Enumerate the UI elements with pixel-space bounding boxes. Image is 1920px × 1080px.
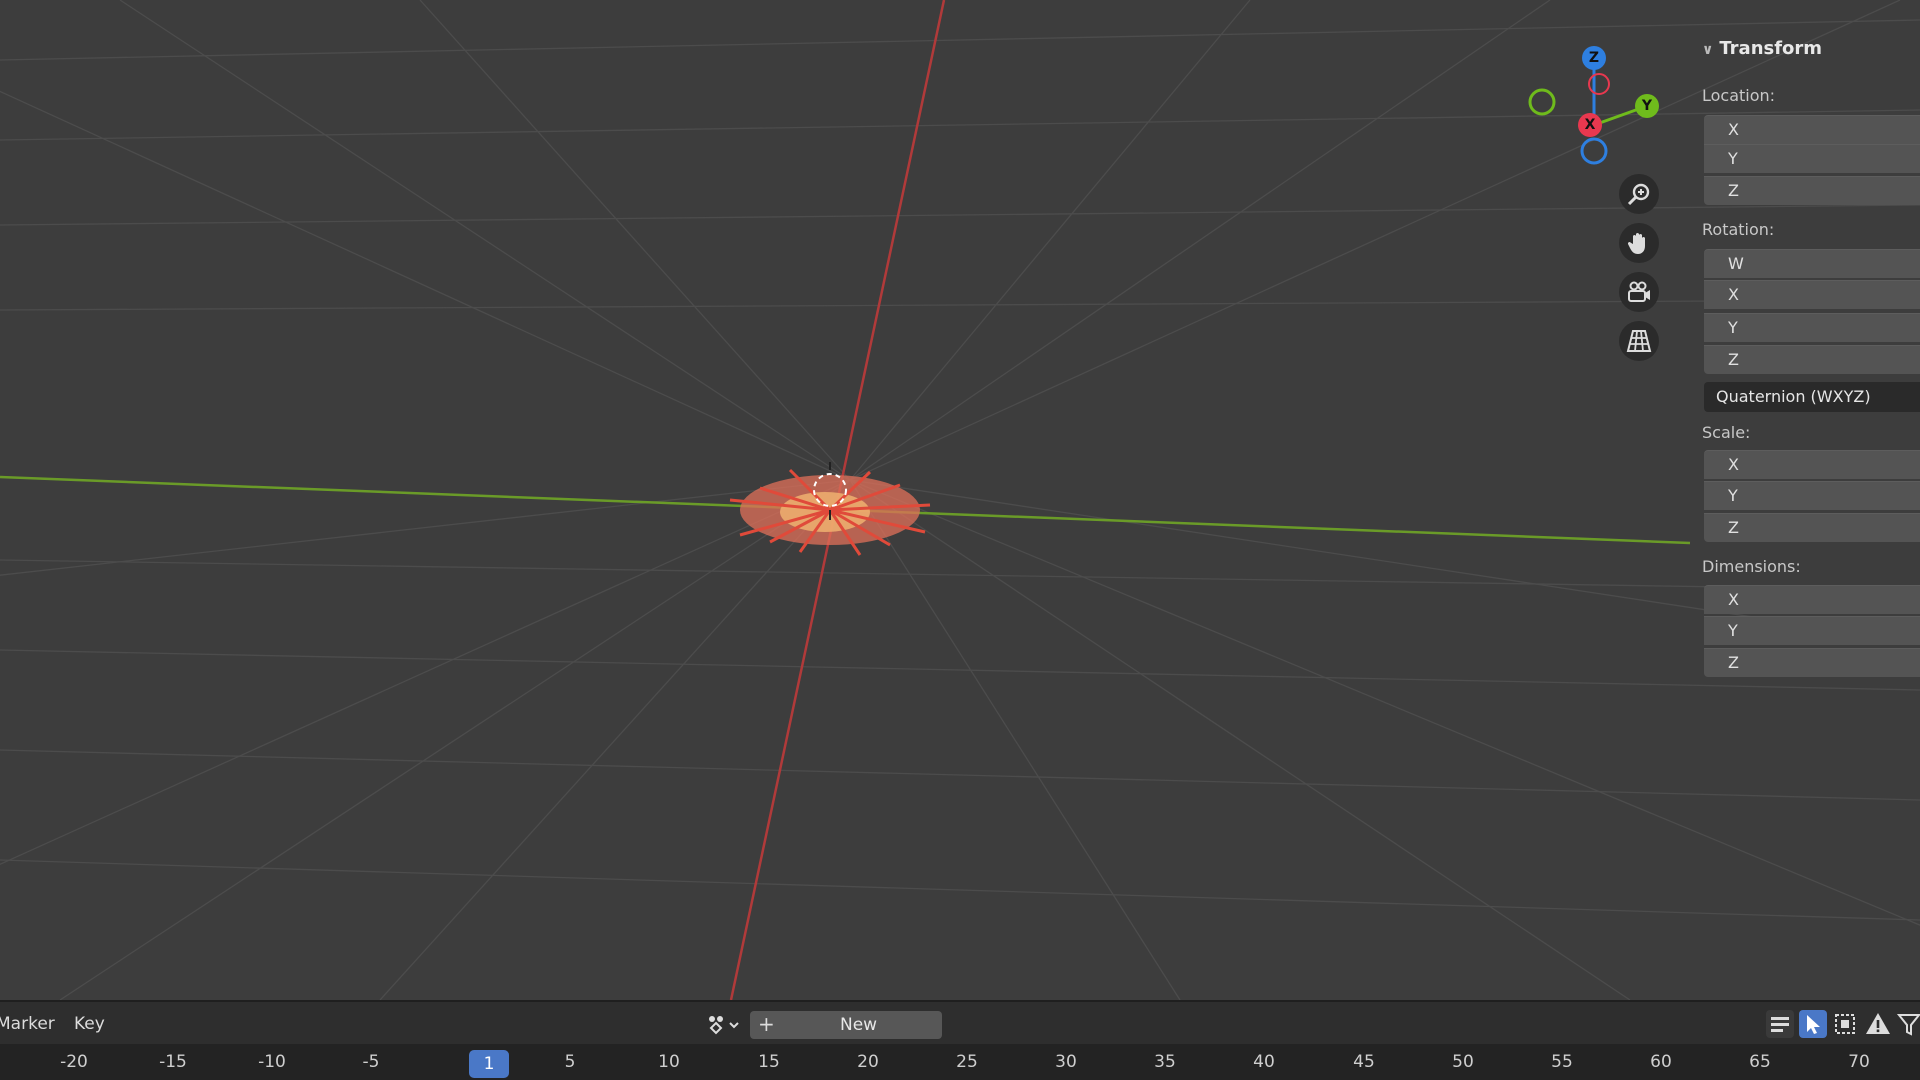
gizmo-y-axis[interactable]: Y: [1635, 94, 1659, 118]
frame-tick: 25: [956, 1052, 978, 1072]
new-action-button[interactable]: + New: [750, 1011, 942, 1039]
zoom-icon[interactable]: [1619, 174, 1659, 214]
scale-x-field[interactable]: X: [1704, 450, 1920, 479]
dimensions-z-field[interactable]: Z: [1704, 648, 1920, 677]
frame-tick: 55: [1551, 1052, 1573, 1072]
marker-menu[interactable]: Marker: [0, 1014, 55, 1034]
location-label: Location:: [1702, 86, 1776, 105]
scale-label: Scale:: [1702, 423, 1751, 442]
plus-icon: +: [758, 1012, 775, 1036]
transform-panel-header[interactable]: ∨ Transform: [1702, 38, 1822, 59]
warning-icon[interactable]: [1864, 1010, 1892, 1038]
new-label: New: [840, 1015, 878, 1035]
current-frame-indicator[interactable]: 1: [469, 1050, 509, 1078]
timeline-header: Marker Key + New: [0, 1000, 1920, 1046]
transform-title: Transform: [1719, 38, 1823, 59]
rotation-x-field[interactable]: X: [1704, 280, 1920, 309]
dimensions-label: Dimensions:: [1702, 557, 1801, 576]
frame-tick: 20: [857, 1052, 879, 1072]
rotation-w-field[interactable]: W: [1704, 249, 1920, 278]
navigation-gizmo[interactable]: Z Y X: [1520, 40, 1660, 170]
frame-tick: -10: [258, 1052, 286, 1072]
camera-view-icon[interactable]: [1619, 272, 1659, 312]
chevron-down-icon: ∨: [1702, 42, 1714, 58]
gizmo-x-axis[interactable]: X: [1578, 113, 1602, 137]
frame-tick: 10: [658, 1052, 680, 1072]
frame-tick: 30: [1055, 1052, 1077, 1072]
frame-tick: 15: [758, 1052, 780, 1072]
keying-set-icon[interactable]: [700, 1011, 744, 1039]
frame-tick: 35: [1154, 1052, 1176, 1072]
dimensions-x-field[interactable]: X: [1704, 585, 1920, 614]
frame-tick: 40: [1253, 1052, 1275, 1072]
location-z-field[interactable]: Z: [1704, 176, 1920, 205]
transform-sidebar: ∨ Transform Location: X Y Z Rotation: W X…: [1690, 30, 1920, 680]
scale-y-field[interactable]: Y: [1704, 481, 1920, 510]
pan-hand-icon[interactable]: [1619, 223, 1659, 263]
view-options-icon[interactable]: [1766, 1010, 1794, 1038]
select-cursor-icon[interactable]: [1799, 1010, 1827, 1038]
rotation-z-field[interactable]: Z: [1704, 345, 1920, 374]
frame-tick: 5: [564, 1052, 576, 1072]
rotation-y-field[interactable]: Y: [1704, 313, 1920, 342]
frame-tick: -15: [159, 1052, 187, 1072]
frame-tick: -5: [362, 1052, 380, 1072]
perspective-grid-icon[interactable]: [1619, 321, 1659, 361]
dimensions-y-field[interactable]: Y: [1704, 616, 1920, 645]
frame-tick: 60: [1650, 1052, 1672, 1072]
timeline-ruler[interactable]: -20 -15 -10 -5 1 5 10 15 20 25 30 35 40 …: [0, 1044, 1920, 1080]
rotation-label: Rotation:: [1702, 220, 1775, 239]
frame-tick: 45: [1353, 1052, 1375, 1072]
rotation-mode-dropdown[interactable]: Quaternion (WXYZ): [1704, 382, 1920, 412]
frame-tick: 50: [1452, 1052, 1474, 1072]
gizmo-z-axis[interactable]: Z: [1582, 46, 1606, 70]
location-y-field[interactable]: Y: [1704, 144, 1920, 173]
frame-tick: 70: [1848, 1052, 1870, 1072]
scale-z-field[interactable]: Z: [1704, 513, 1920, 542]
key-menu[interactable]: Key: [74, 1014, 105, 1034]
box-select-icon[interactable]: [1831, 1010, 1859, 1038]
location-x-field[interactable]: X: [1704, 115, 1920, 144]
frame-tick: 65: [1749, 1052, 1771, 1072]
filter-icon[interactable]: [1896, 1010, 1920, 1038]
frame-tick: -20: [60, 1052, 88, 1072]
3d-viewport[interactable]: Z Y X: [0, 0, 1920, 1000]
